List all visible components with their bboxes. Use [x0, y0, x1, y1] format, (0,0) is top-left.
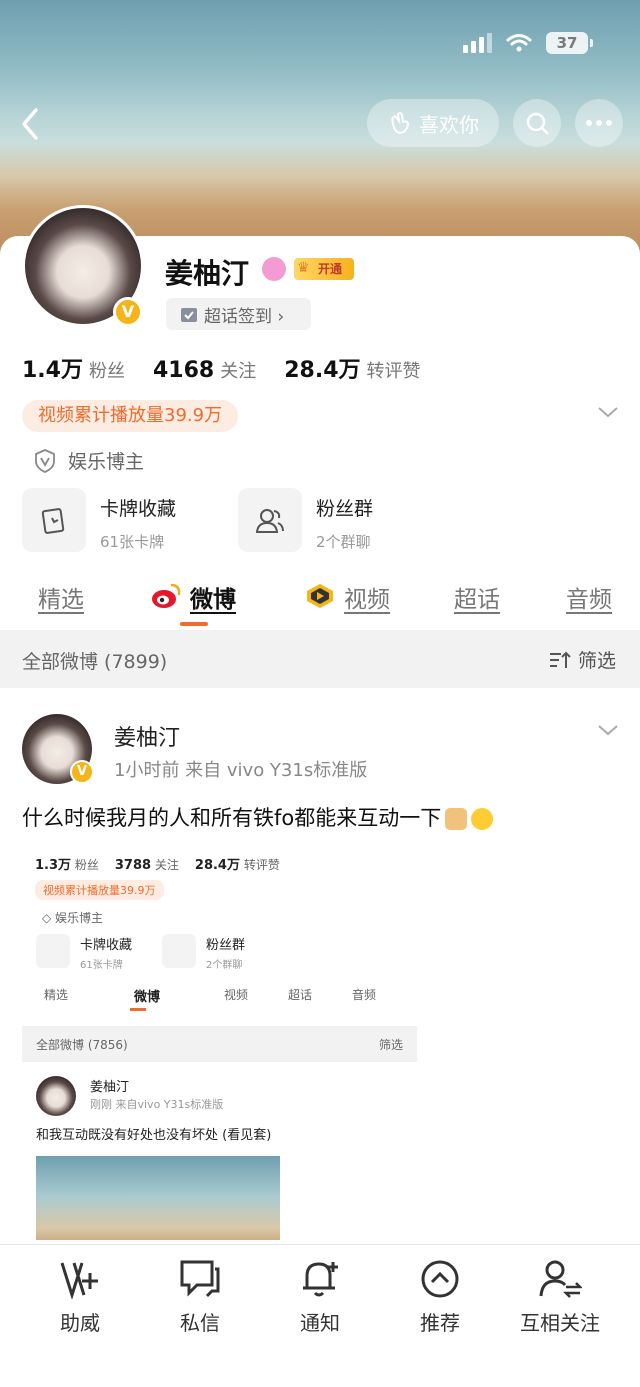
weibo-logo-icon [152, 583, 181, 608]
stat-following[interactable]: 4168 关注 [153, 357, 256, 383]
filter-label: 筛选 [577, 650, 616, 672]
post-menu-chevron-icon[interactable] [596, 722, 620, 738]
mini-post-image [36, 1156, 280, 1240]
more-button[interactable] [575, 99, 623, 147]
super-topic-icon[interactable] [262, 257, 286, 281]
more-icon [586, 120, 612, 126]
profile-stats: 1.4万 粉丝 4168 关注 28.4万 转评赞 [22, 352, 421, 384]
all-weibo-count: 全部微博 (7899) [22, 651, 168, 673]
recommend-icon [421, 1260, 459, 1298]
filter-button[interactable]: 筛选 [548, 646, 616, 673]
notify-button[interactable]: 通知 [265, 1257, 375, 1336]
search-button[interactable] [513, 99, 561, 147]
video-play-count-tag: 视频累计播放量39.9万 [22, 400, 239, 432]
mini-avatar [36, 1076, 76, 1116]
tab-featured[interactable]: 精选 [38, 580, 84, 614]
cheer-icon [60, 1262, 98, 1299]
mini-filter-bar: 全部微博 (7856) 筛选 [22, 1026, 417, 1062]
post-meta: 1小时前 来自 vivo Y31s标准版 [114, 760, 368, 781]
mini-role: ◇ 娱乐博主 [42, 911, 104, 925]
message-button[interactable]: 私信 [145, 1257, 255, 1336]
like-you-label: 喜欢你 [419, 112, 479, 137]
message-icon [180, 1260, 220, 1298]
search-icon [526, 112, 549, 135]
mini-meta: 刚刚 来自vivo Y31s标准版 [90, 1098, 224, 1111]
recommend-button[interactable]: 推荐 [385, 1257, 495, 1336]
card-collection-sub: 61张卡牌 [100, 533, 165, 551]
feed-filter-bar: 全部微博 (7899) 筛选 [0, 630, 640, 688]
role-tag: 娱乐博主 [34, 447, 144, 474]
like-you-button[interactable]: 喜欢你 [367, 99, 499, 147]
follow-each-other-button[interactable]: 互相关注 [505, 1257, 615, 1336]
shield-v-icon [35, 448, 55, 473]
role-label: 娱乐博主 [68, 451, 145, 473]
stat-reposts-likes[interactable]: 28.4万 转评赞 [284, 352, 420, 384]
profile-name: 姜柚汀 [165, 257, 250, 290]
follow-each-icon [539, 1260, 582, 1298]
message-label: 私信 [180, 1311, 220, 1335]
group-icon [238, 488, 302, 552]
laughing-emoji-icon [471, 808, 494, 830]
notify-label: 通知 [300, 1311, 340, 1335]
stat-fans[interactable]: 1.4万 粉丝 [22, 352, 125, 384]
cheer-label: 助威 [60, 1311, 100, 1335]
calendar-check-icon [181, 308, 197, 322]
mini-card-collection: 卡牌收藏 61张卡牌 [36, 934, 132, 971]
tab-video[interactable]: 视频 [344, 580, 390, 614]
status-bar: 37 [463, 32, 593, 54]
mini-tab-featured: 精选 [44, 988, 69, 1002]
hand-icon [391, 112, 410, 135]
mini-play-tag: 视频累计播放量39.9万 [35, 880, 164, 900]
follow-each-label: 互相关注 [520, 1311, 600, 1335]
weibo-post[interactable]: V 姜柚汀 1小时前 来自 vivo Y31s标准版 什么时候我月的人和所有铁f… [0, 688, 640, 1248]
super-topic-checkin-button[interactable]: 超话签到 › [166, 298, 311, 330]
crown-icon: ♛ [297, 260, 310, 276]
fan-group-title: 粉丝群 [316, 498, 374, 520]
battery-indicator: 37 [546, 32, 593, 54]
mini-tab-audio: 音频 [352, 988, 377, 1002]
post-verified-badge-icon: V [70, 760, 94, 784]
verified-badge-icon: V [113, 297, 143, 327]
bottom-action-bar: 助威 私信 通知 推荐 互相关注 [0, 1244, 640, 1387]
mini-stats: 1.3万 粉丝 3788 关注 28.4万 转评赞 [35, 858, 280, 873]
flexed-bicep-emoji-icon [445, 808, 468, 830]
profile-tabs: 精选 微博 视频 超话 音频 [0, 576, 640, 630]
back-icon[interactable] [16, 104, 46, 144]
tab-active-indicator [180, 622, 208, 626]
fan-group[interactable]: 粉丝群 2个群聊 [238, 488, 373, 552]
mini-tab-indicator [130, 1008, 146, 1011]
video-tab-icon [307, 584, 333, 608]
tab-weibo[interactable]: 微博 [190, 580, 236, 614]
chevron-down-icon[interactable] [596, 404, 620, 420]
post-image-screenshot[interactable]: 1.3万 粉丝 3788 关注 28.4万 转评赞 视频累计播放量39.9万 ◇… [22, 840, 417, 1240]
post-text: 什么时候我月的人和所有铁fo都能来互动一下 [22, 802, 494, 832]
filter-icon [549, 651, 571, 668]
signal-icon [463, 33, 492, 53]
wifi-icon [506, 34, 532, 52]
card-collection-title: 卡牌收藏 [100, 498, 177, 520]
mini-tab-weibo: 微博 [134, 990, 161, 1005]
cheer-button[interactable]: 助威 [25, 1257, 135, 1336]
notify-icon [303, 1262, 338, 1297]
mini-tab-video: 视频 [224, 988, 249, 1002]
mini-tab-super-topic: 超话 [288, 988, 313, 1002]
card-collection[interactable]: 卡牌收藏 61张卡牌 [22, 488, 176, 552]
mini-fan-group: 粉丝群 2个群聊 [162, 934, 245, 971]
post-author[interactable]: 姜柚汀 [114, 720, 180, 752]
tab-audio[interactable]: 音频 [566, 580, 612, 614]
fan-group-sub: 2个群聊 [316, 533, 371, 551]
mini-post-text: 和我互动既没有好处也没有坏处 (看见套) [36, 1128, 272, 1143]
recommend-label: 推荐 [420, 1311, 460, 1335]
checkin-label: 超话签到 › [204, 306, 285, 327]
tab-super-topic[interactable]: 超话 [454, 580, 500, 614]
mini-author: 姜柚汀 [90, 1080, 130, 1095]
card-icon [22, 488, 86, 552]
